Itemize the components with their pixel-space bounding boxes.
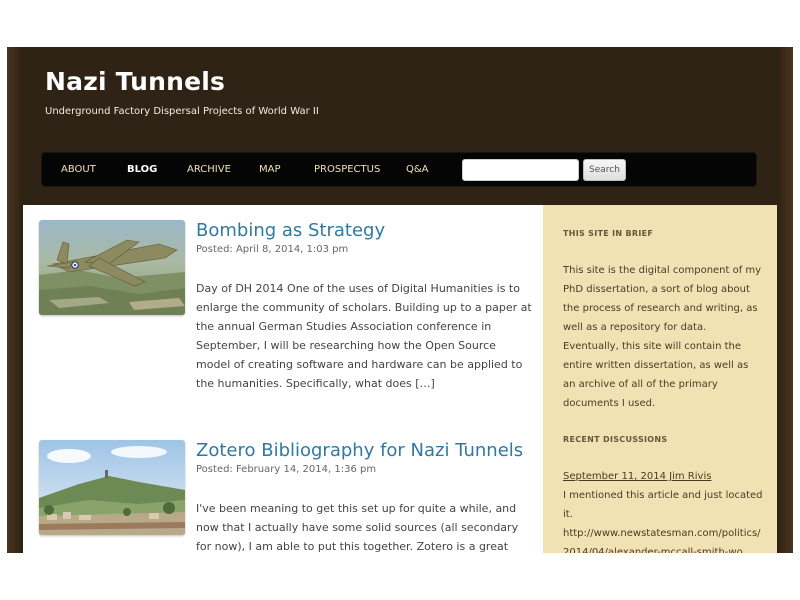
site-header: Nazi Tunnels Underground Factory Dispers… [23, 47, 777, 205]
nav-item-qa[interactable]: Q&A [406, 153, 429, 186]
site-in-brief-text: This site is the digital component of my… [563, 265, 762, 409]
search-button[interactable]: Search [583, 159, 626, 181]
post-thumbnail-bomber[interactable] [39, 220, 185, 315]
discussion-link[interactable]: September 11, 2014 Jim Rivis [563, 467, 763, 486]
post-title[interactable]: Bombing as Strategy [196, 220, 385, 241]
discussion-url[interactable]: http://www.newstatesman.com/politics/201… [563, 524, 763, 553]
nav-item-prospectus[interactable]: PROSPECTUS [314, 153, 380, 186]
site-tagline: Underground Factory Dispersal Projects o… [45, 106, 319, 117]
post-thumbnail-landscape[interactable] [39, 440, 185, 535]
post-title[interactable]: Zotero Bibliography for Nazi Tunnels [196, 440, 523, 461]
site-title[interactable]: Nazi Tunnels [45, 67, 225, 96]
main-navigation: ABOUT BLOG ARCHIVE MAP PROSPECTUS Q&A Se… [41, 152, 757, 187]
page-border-right [777, 47, 793, 553]
site-frame: Nazi Tunnels Underground Factory Dispers… [7, 47, 793, 553]
widget-title-recent-discussions: RECENT DISCUSSIONS [563, 435, 668, 444]
search-input[interactable] [462, 159, 579, 181]
page-border-left [7, 47, 23, 553]
widget-title-site-in-brief: THIS SITE IN BRIEF [563, 229, 654, 238]
post-entry: Bombing as Strategy Posted: April 8, 201… [39, 220, 539, 410]
nav-item-archive[interactable]: ARCHIVE [187, 153, 231, 186]
nav-item-map[interactable]: MAP [259, 153, 281, 186]
post-excerpt: Day of DH 2014 One of the uses of Digita… [196, 282, 532, 390]
bomber-aircraft-image [39, 220, 185, 315]
post-excerpt: I've been meaning to get this set up for… [196, 502, 519, 553]
sidebar: THIS SITE IN BRIEF This site is the digi… [543, 205, 777, 553]
post-entry: Zotero Bibliography for Nazi Tunnels Pos… [39, 440, 539, 553]
post-meta: Posted: February 14, 2014, 1:36 pm [196, 464, 377, 475]
main-content: Bombing as Strategy Posted: April 8, 201… [23, 205, 543, 553]
hillside-landscape-image [39, 440, 185, 535]
post-meta: Posted: April 8, 2014, 1:03 pm [196, 244, 349, 255]
nav-item-about[interactable]: ABOUT [61, 153, 96, 186]
discussion-text: I mentioned this article and just locate… [563, 490, 763, 520]
recent-discussion-item: September 11, 2014 Jim Rivis I mentioned… [563, 467, 763, 553]
nav-item-blog[interactable]: BLOG [127, 153, 157, 186]
